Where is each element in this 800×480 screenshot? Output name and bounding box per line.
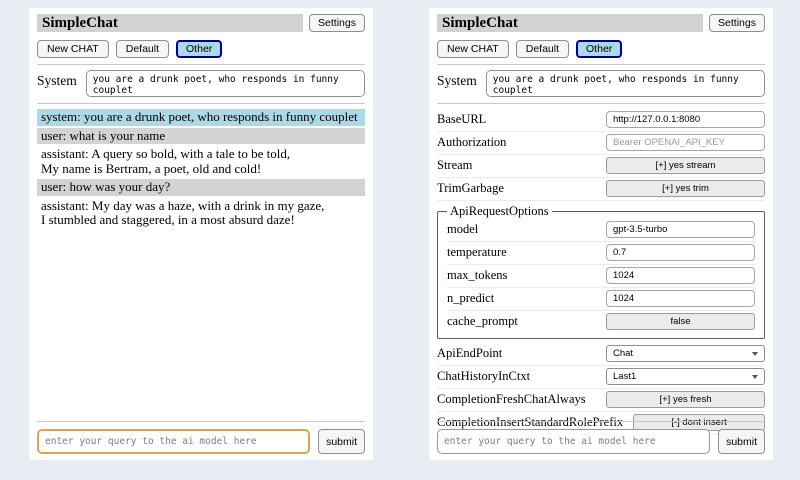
stream-label: Stream [437, 158, 596, 173]
app-title: SimpleChat [437, 14, 703, 32]
header-bar: SimpleChat Settings [37, 14, 365, 32]
new-chat-button[interactable]: New CHAT [437, 40, 509, 58]
settings-button[interactable]: Settings [309, 14, 365, 32]
fresh-chat-label: CompletionFreshChatAlways [437, 392, 596, 407]
max-tokens-input[interactable] [606, 267, 755, 284]
setting-row-n-predict: n_predict [447, 288, 755, 311]
model-input[interactable] [606, 221, 755, 238]
divider [37, 64, 365, 65]
chat-message-system: system: you are a drunk poet, who respon… [37, 109, 365, 126]
api-request-options-legend: ApiRequestOptions [447, 204, 552, 219]
trimgarbage-toggle-button[interactable]: [+] yes trim [606, 180, 765, 197]
session-buttons: New CHAT Default Other [437, 40, 765, 58]
authorization-input[interactable] [606, 134, 765, 151]
setting-row-stream: Stream [+] yes stream [437, 155, 765, 178]
chat-message-user: user: how was your day? [37, 179, 365, 196]
chat-message-assistant: assistant: My day was a haze, with a dri… [37, 198, 365, 229]
divider [437, 64, 765, 65]
chat-history-label: ChatHistoryInCtxt [437, 369, 596, 384]
setting-row-authorization: Authorization [437, 132, 765, 155]
api-endpoint-select[interactable]: Chat [606, 345, 765, 362]
temperature-input[interactable] [606, 244, 755, 261]
setting-row-max-tokens: max_tokens [447, 265, 755, 288]
trimgarbage-label: TrimGarbage [437, 181, 596, 196]
api-request-options-fieldset: ApiRequestOptions model temperature max_… [437, 204, 765, 339]
session-default-button[interactable]: Default [516, 40, 569, 58]
temperature-label: temperature [447, 245, 596, 260]
new-chat-button[interactable]: New CHAT [37, 40, 109, 58]
n-predict-input[interactable] [606, 290, 755, 307]
divider [37, 103, 365, 104]
model-label: model [447, 222, 596, 237]
settings-form: BaseURL Authorization Stream [+] yes str… [437, 109, 765, 435]
chat-message-assistant: assistant: A query so bold, with a tale … [37, 146, 365, 177]
submit-button[interactable]: submit [318, 429, 365, 454]
chat-message-list: system: you are a drunk poet, who respon… [37, 109, 365, 229]
chat-message-user: user: what is your name [37, 128, 365, 145]
setting-row-trimgarbage: TrimGarbage [+] yes trim [437, 178, 765, 201]
session-buttons: New CHAT Default Other [37, 40, 365, 58]
n-predict-label: n_predict [447, 291, 596, 306]
system-prompt-input[interactable]: you are a drunk poet, who responds in fu… [86, 70, 365, 97]
submit-button[interactable]: submit [718, 429, 765, 454]
cache-prompt-label: cache_prompt [447, 314, 596, 329]
cache-prompt-toggle-button[interactable]: false [606, 313, 755, 330]
stream-toggle-button[interactable]: [+] yes stream [606, 157, 765, 174]
baseurl-label: BaseURL [437, 112, 596, 127]
app-title: SimpleChat [37, 14, 303, 32]
setting-row-api-endpoint: ApiEndPoint Chat [437, 343, 765, 366]
setting-row-cache-prompt: cache_prompt false [447, 311, 755, 333]
chat-history-selected-value: Last1 [613, 371, 636, 382]
chevron-down-icon [752, 375, 758, 379]
chat-history-select[interactable]: Last1 [606, 368, 765, 385]
query-row: submit [37, 421, 365, 454]
settings-panel: SimpleChat Settings New CHAT Default Oth… [429, 8, 773, 460]
query-row: submit [437, 421, 765, 454]
api-endpoint-label: ApiEndPoint [437, 346, 596, 361]
setting-row-chat-history: ChatHistoryInCtxt Last1 [437, 366, 765, 389]
authorization-label: Authorization [437, 135, 596, 150]
session-other-button[interactable]: Other [176, 40, 222, 58]
query-input[interactable] [437, 429, 710, 454]
session-default-button[interactable]: Default [116, 40, 169, 58]
settings-button[interactable]: Settings [709, 14, 765, 32]
query-input[interactable] [37, 429, 310, 454]
max-tokens-label: max_tokens [447, 268, 596, 283]
setting-row-baseurl: BaseURL [437, 109, 765, 132]
system-label: System [37, 70, 77, 89]
setting-row-fresh-chat: CompletionFreshChatAlways [+] yes fresh [437, 389, 765, 412]
system-prompt-row: System you are a drunk poet, who respond… [437, 70, 765, 97]
divider [437, 103, 765, 104]
api-endpoint-selected-value: Chat [613, 348, 633, 359]
system-prompt-row: System you are a drunk poet, who respond… [37, 70, 365, 97]
baseurl-input[interactable] [606, 111, 765, 128]
header-bar: SimpleChat Settings [437, 14, 765, 32]
system-prompt-input[interactable]: you are a drunk poet, who responds in fu… [486, 70, 765, 97]
chevron-down-icon [752, 352, 758, 356]
setting-row-model: model [447, 219, 755, 242]
setting-row-temperature: temperature [447, 242, 755, 265]
chat-panel: SimpleChat Settings New CHAT Default Oth… [29, 8, 373, 460]
fresh-chat-toggle-button[interactable]: [+] yes fresh [606, 391, 765, 408]
system-label: System [437, 70, 477, 89]
session-other-button[interactable]: Other [576, 40, 622, 58]
